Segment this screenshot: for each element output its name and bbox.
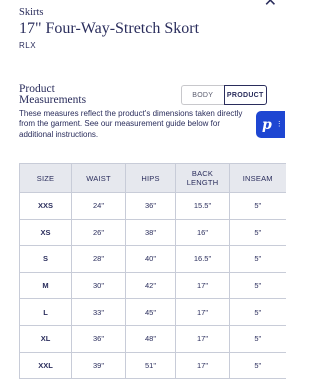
hips-cell: 45" [125, 298, 176, 326]
assistant-badge-button[interactable]: p ⋮ [256, 111, 285, 138]
hips-cell: 38" [125, 218, 176, 247]
waist-cell: 28" [71, 245, 126, 273]
header-size: SIZE [19, 163, 72, 193]
inseam-cell: 5" [229, 298, 286, 326]
back-length-cell: 17" [175, 324, 230, 353]
brand-label: RLX [19, 41, 37, 50]
size-cell: M [19, 271, 72, 300]
table-header-row: SIZE WAIST HIPS BACK LENGTH INSEAM [19, 163, 286, 193]
back-length-cell: 17" [175, 351, 230, 380]
inseam-cell: 5" [229, 351, 286, 380]
toggle-body-button[interactable]: BODY [181, 85, 224, 105]
back-length-cell: 16.5" [175, 245, 230, 273]
breadcrumb[interactable]: Skirts [19, 7, 44, 18]
table-row: L 33" 45" 17" 5" [19, 298, 286, 326]
back-length-cell: 16" [175, 218, 230, 247]
header-waist: WAIST [71, 163, 126, 193]
size-cell: XXS [19, 192, 72, 220]
hips-cell: 36" [125, 192, 176, 220]
header-back-length: BACK LENGTH [175, 163, 230, 193]
waist-cell: 36" [71, 324, 126, 353]
waist-cell: 24" [71, 192, 126, 220]
back-length-cell: 17" [175, 271, 230, 300]
header-hips: HIPS [125, 163, 176, 193]
table-row: S 28" 40" 16.5" 5" [19, 245, 286, 273]
table-row: M 30" 42" 17" 5" [19, 271, 286, 300]
size-cell: L [19, 298, 72, 326]
inseam-cell: 5" [229, 245, 286, 273]
header-inseam: INSEAM [229, 163, 286, 193]
page-title: 17" Four-Way-Stretch Skort [19, 20, 200, 37]
hips-cell: 40" [125, 245, 176, 273]
table-row: XXL 39" 51" 17" 5" [19, 351, 286, 380]
size-cell: XXL [19, 351, 72, 380]
waist-cell: 26" [71, 218, 126, 247]
inseam-cell: 5" [229, 271, 286, 300]
table-row: XL 36" 48" 17" 5" [19, 324, 286, 353]
waist-cell: 33" [71, 298, 126, 326]
toggle-product-button[interactable]: PRODUCT [223, 85, 267, 105]
close-icon[interactable]: ✕ [264, 0, 277, 10]
table-row: XS 26" 38" 16" 5" [19, 218, 286, 247]
back-length-cell: 15.5" [175, 192, 230, 220]
waist-cell: 30" [71, 271, 126, 300]
section-title: Product Measurements [19, 83, 87, 106]
dots-icon: ⋮ [275, 120, 283, 128]
inseam-cell: 5" [229, 218, 286, 247]
measurement-toggle: BODY PRODUCT [181, 85, 267, 105]
hips-cell: 48" [125, 324, 176, 353]
waist-cell: 39" [71, 351, 126, 380]
hips-cell: 51" [125, 351, 176, 380]
size-cell: XS [19, 218, 72, 247]
inseam-cell: 5" [229, 192, 286, 220]
section-title-line2: Measurements [19, 94, 87, 106]
hips-cell: 42" [125, 271, 176, 300]
p-logo-icon: p [262, 116, 272, 133]
measurement-description: These measures reflect the product's dim… [19, 109, 243, 139]
size-cell: S [19, 245, 72, 273]
size-cell: XL [19, 324, 72, 353]
size-chart-table: SIZE WAIST HIPS BACK LENGTH INSEAM XXS 2… [19, 163, 286, 380]
back-length-cell: 17" [175, 298, 230, 326]
table-row: XXS 24" 36" 15.5" 5" [19, 192, 286, 220]
inseam-cell: 5" [229, 324, 286, 353]
